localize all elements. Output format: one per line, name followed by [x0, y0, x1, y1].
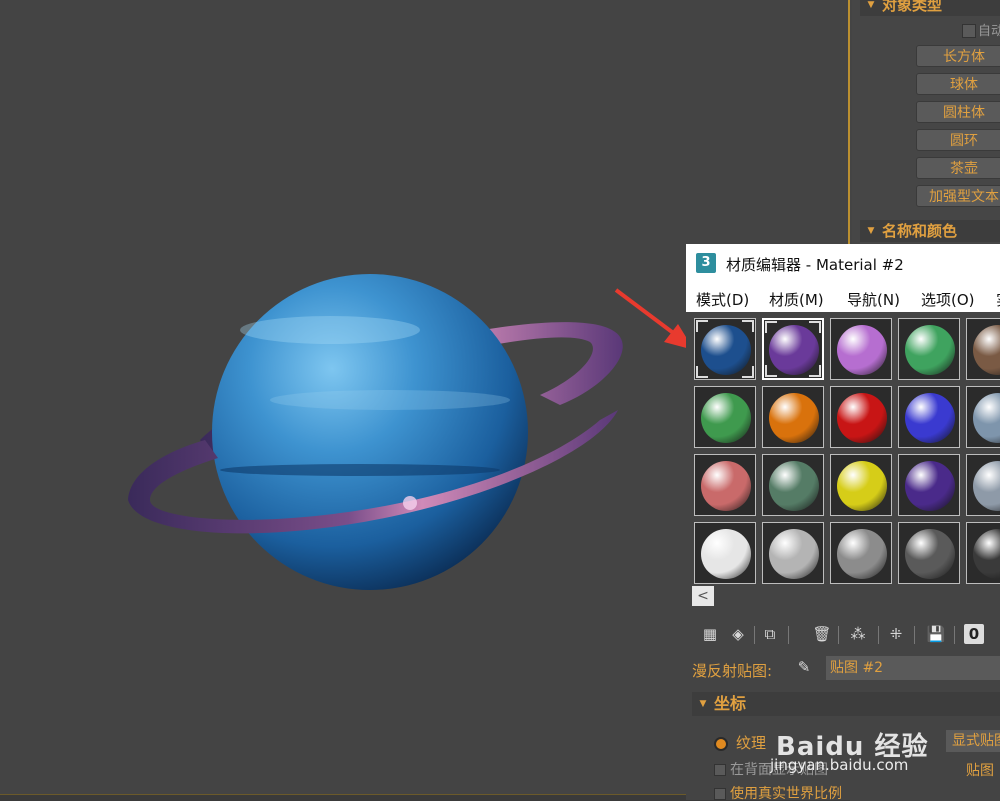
eyedropper-icon[interactable]: ✎	[794, 658, 814, 678]
material-slot-8[interactable]	[830, 386, 892, 448]
scroll-left-button[interactable]: <	[692, 586, 714, 606]
torus-button[interactable]: 圆环	[916, 129, 1000, 151]
slot-corner-marker	[809, 365, 821, 377]
menu-bar: 模式(D) 材质(M) 导航(N) 选项(O) 实	[686, 284, 1000, 312]
rollout-name-color[interactable]: ▼ 名称和颜色	[860, 220, 1000, 242]
auto-grid-checkbox[interactable]	[962, 24, 976, 38]
title-bar[interactable]: 3 材质编辑器 - Material #2	[686, 244, 1000, 284]
material-sphere	[973, 529, 1000, 579]
material-sphere	[701, 529, 751, 579]
get-material-icon[interactable]: ▦	[700, 624, 720, 644]
collapse-triangle-icon: ▼	[867, 226, 875, 236]
window-title: 材质编辑器 - Material #2	[726, 256, 904, 274]
material-editor-window: 3 材质编辑器 - Material #2 模式(D) 材质(M) 导航(N) …	[686, 244, 1000, 800]
material-slot-14[interactable]	[898, 454, 960, 516]
diffuse-map-label: 漫反射贴图:	[692, 662, 773, 680]
put-to-library-icon[interactable]: ⁜	[886, 624, 906, 644]
material-slot-11[interactable]	[694, 454, 756, 516]
3dsmax-app-icon: 3	[696, 253, 716, 273]
collapse-triangle-icon: ▼	[867, 0, 875, 10]
map-name-field[interactable]: 贴图 #2	[826, 656, 1000, 680]
material-slot-9[interactable]	[898, 386, 960, 448]
rollout-object-type-label: 对象类型	[882, 0, 943, 14]
sphere-button[interactable]: 球体	[916, 73, 1000, 95]
material-sphere	[905, 393, 955, 443]
annotation-arrow	[614, 288, 694, 350]
material-slot-6[interactable]	[694, 386, 756, 448]
material-slot-1[interactable]	[694, 318, 756, 380]
texture-radio[interactable]	[714, 737, 728, 751]
material-sphere	[837, 461, 887, 511]
menu-material[interactable]: 材质(M)	[769, 289, 824, 310]
material-sphere	[701, 393, 751, 443]
material-slot-16[interactable]	[694, 522, 756, 584]
sample-slots-grid	[692, 316, 1000, 586]
material-sphere	[837, 529, 887, 579]
put-to-scene-icon[interactable]: ◈	[728, 624, 748, 644]
menu-options[interactable]: 选项(O)	[921, 289, 975, 310]
slot-corner-marker	[742, 320, 754, 332]
material-sphere	[769, 393, 819, 443]
material-slot-10[interactable]	[966, 386, 1000, 448]
material-slot-5[interactable]	[966, 318, 1000, 380]
material-slot-18[interactable]	[830, 522, 892, 584]
real-world-scale-label: 使用真实世界比例	[730, 786, 842, 800]
slot-corner-marker	[696, 366, 708, 378]
rollout-coordinates[interactable]: ▼ 坐标	[692, 692, 1000, 716]
material-sphere	[769, 529, 819, 579]
slot-corner-marker	[765, 365, 777, 377]
material-slot-20[interactable]	[966, 522, 1000, 584]
textplus-button[interactable]: 加强型文本	[916, 185, 1000, 207]
material-slot-3[interactable]	[830, 318, 892, 380]
make-unique-icon[interactable]: ⁂	[848, 624, 868, 644]
material-sphere	[701, 461, 751, 511]
material-slot-4[interactable]	[898, 318, 960, 380]
menu-utilities[interactable]: 实	[996, 289, 1000, 310]
rollout-object-type[interactable]: ▼ 对象类型	[860, 0, 1000, 16]
reset-map-icon[interactable]: 🗑	[812, 624, 832, 644]
material-sphere	[769, 461, 819, 511]
cylinder-button[interactable]: 圆柱体	[916, 101, 1000, 123]
rollout-coordinates-label: 坐标	[714, 694, 747, 713]
collapse-triangle-icon: ▼	[699, 699, 707, 709]
show-map-on-back-checkbox[interactable]	[714, 764, 726, 776]
material-sphere	[973, 393, 1000, 443]
baidu-watermark-url: jingyan.baidu.com	[770, 756, 909, 774]
material-sphere	[973, 325, 1000, 375]
material-sphere	[905, 461, 955, 511]
material-slot-2[interactable]	[762, 318, 824, 380]
material-slot-17[interactable]	[762, 522, 824, 584]
menu-mode[interactable]: 模式(D)	[696, 289, 749, 310]
material-slot-12[interactable]	[762, 454, 824, 516]
material-sphere	[905, 529, 955, 579]
slot-corner-marker	[765, 321, 777, 333]
material-sphere	[837, 325, 887, 375]
material-sphere	[973, 461, 1000, 511]
slot-corner-marker	[742, 366, 754, 378]
material-toolbar: ▦ ◈ ⧉ 🗑 ⁂ ⁜ 💾 0	[692, 622, 1000, 650]
explicit-map-channel-dropdown[interactable]: 显式贴图	[946, 730, 1000, 752]
real-world-scale-checkbox[interactable]	[714, 788, 726, 800]
texture-label: 纹理	[736, 734, 767, 752]
map-channel-label: 贴图	[966, 763, 994, 779]
rollout-name-color-label: 名称和颜色	[882, 222, 958, 240]
box-button[interactable]: 长方体	[916, 45, 1000, 67]
save-to-library-icon[interactable]: 💾	[926, 624, 946, 644]
material-slot-15[interactable]	[966, 454, 1000, 516]
material-slot-13[interactable]	[830, 454, 892, 516]
material-slot-19[interactable]	[898, 522, 960, 584]
material-sphere	[837, 393, 887, 443]
material-slot-7[interactable]	[762, 386, 824, 448]
slot-corner-marker	[809, 321, 821, 333]
menu-navigation[interactable]: 导航(N)	[847, 289, 900, 310]
auto-grid-label: 自动	[978, 24, 1000, 39]
slot-corner-marker	[696, 320, 708, 332]
teapot-button[interactable]: 茶壶	[916, 157, 1000, 179]
assign-to-selection-icon[interactable]: ⧉	[760, 624, 780, 644]
material-sphere	[905, 325, 955, 375]
material-id-button[interactable]: 0	[964, 624, 984, 644]
